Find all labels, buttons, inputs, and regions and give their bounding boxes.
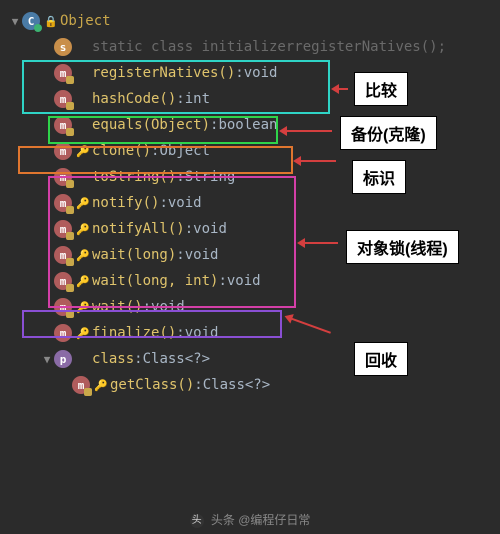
return-type: Class<?> (143, 351, 210, 367)
method-lock-icon: m (72, 376, 90, 394)
structure-tree: ▼ C 🔒 Object sstatic class initializerre… (0, 0, 500, 406)
arrow-icon (296, 160, 336, 162)
member-class[interactable]: ▼pclass: Class<?> (4, 346, 496, 372)
method-lock-icon: m (54, 90, 72, 108)
return-type: void (185, 247, 219, 263)
arrow-icon (282, 130, 332, 132)
return-type: boolean (218, 117, 277, 133)
label-backup: 备份(克隆) (340, 116, 437, 150)
arrow-icon (334, 88, 348, 90)
return-type: void (185, 325, 219, 341)
member-registernatives[interactable]: mregisterNatives(): void (4, 60, 496, 86)
key-icon: 🔑 (76, 145, 90, 158)
member-name: wait(long, int) (92, 273, 218, 289)
class-node-object[interactable]: ▼ C 🔒 Object (4, 8, 496, 34)
return-type: void (244, 65, 278, 81)
key-icon: 🔑 (76, 197, 90, 210)
label-lock: 对象锁(线程) (346, 230, 459, 264)
label-compare: 比较 (354, 72, 408, 106)
member-notify[interactable]: m🔑notify(): void (4, 190, 496, 216)
method-lock-icon: m (54, 298, 72, 316)
member-hashcode[interactable]: mhashCode(): int (4, 86, 496, 112)
footer-text: 头条 @编程仔日常 (211, 513, 311, 527)
member-name: registerNatives() (92, 65, 235, 81)
class-icon: C (22, 12, 40, 30)
return-type: Object (159, 143, 210, 159)
method-icon: m (54, 142, 72, 160)
method-lock-icon: m (54, 194, 72, 212)
prop-icon: p (54, 350, 72, 368)
method-lock-icon: m (54, 272, 72, 290)
member-wait[interactable]: m🔑wait(): void (4, 294, 496, 320)
member-name: getClass() (110, 377, 194, 393)
member-name: wait() (92, 299, 143, 315)
return-type: String (185, 169, 236, 185)
key-icon: 🔑 (76, 301, 90, 314)
arrow-icon (300, 242, 338, 244)
member-name: hashCode() (92, 91, 176, 107)
lock-icon: 🔒 (44, 15, 58, 28)
member-staticclassinitializer[interactable]: s static class initializerregisterNatives… (4, 34, 496, 60)
key-icon: 🔑 (76, 275, 90, 288)
method-lock-icon: m (54, 168, 72, 186)
expander-icon[interactable]: ▼ (8, 15, 22, 28)
member-name: notifyAll() (92, 221, 185, 237)
member-name: toString() (92, 169, 176, 185)
label-gc: 回收 (354, 342, 408, 376)
expander-icon[interactable]: ▼ (40, 353, 54, 366)
method-lock-icon: m (54, 116, 72, 134)
method-lock-icon: m (54, 220, 72, 238)
member-name: wait(long) (92, 247, 176, 263)
label-identify: 标识 (352, 160, 406, 194)
key-icon: 🔑 (76, 223, 90, 236)
toutiao-icon: 头 (190, 514, 204, 528)
member-finalize[interactable]: m🔑finalize(): void (4, 320, 496, 346)
method-icon: m (54, 324, 72, 342)
member-name: notify() (92, 195, 159, 211)
member-getclass[interactable]: m🔑getClass(): Class<?> (4, 372, 496, 398)
member-tostring[interactable]: mtoString(): String (4, 164, 496, 190)
member-name: finalize() (92, 325, 176, 341)
member-name: equals(Object) (92, 117, 210, 133)
member-waitlongint[interactable]: m🔑wait(long, int): void (4, 268, 496, 294)
return-type: Class<?> (203, 377, 270, 393)
footer-credit: 头 头条 @编程仔日常 (0, 511, 500, 528)
static-icon: s (54, 38, 72, 56)
return-type: void (193, 221, 227, 237)
member-name: clone() (92, 143, 151, 159)
class-name: Object (60, 13, 111, 29)
key-icon: 🔑 (76, 249, 90, 262)
return-type: registerNatives(); (294, 39, 446, 55)
return-type: void (168, 195, 202, 211)
method-lock-icon: m (54, 64, 72, 82)
method-lock-icon: m (54, 246, 72, 264)
return-type: int (185, 91, 210, 107)
member-name: class (92, 351, 134, 367)
return-type: void (151, 299, 185, 315)
return-type: void (227, 273, 261, 289)
key-icon: 🔑 (94, 379, 108, 392)
key-icon: 🔑 (76, 327, 90, 340)
member-name: static class initializer (92, 39, 294, 55)
